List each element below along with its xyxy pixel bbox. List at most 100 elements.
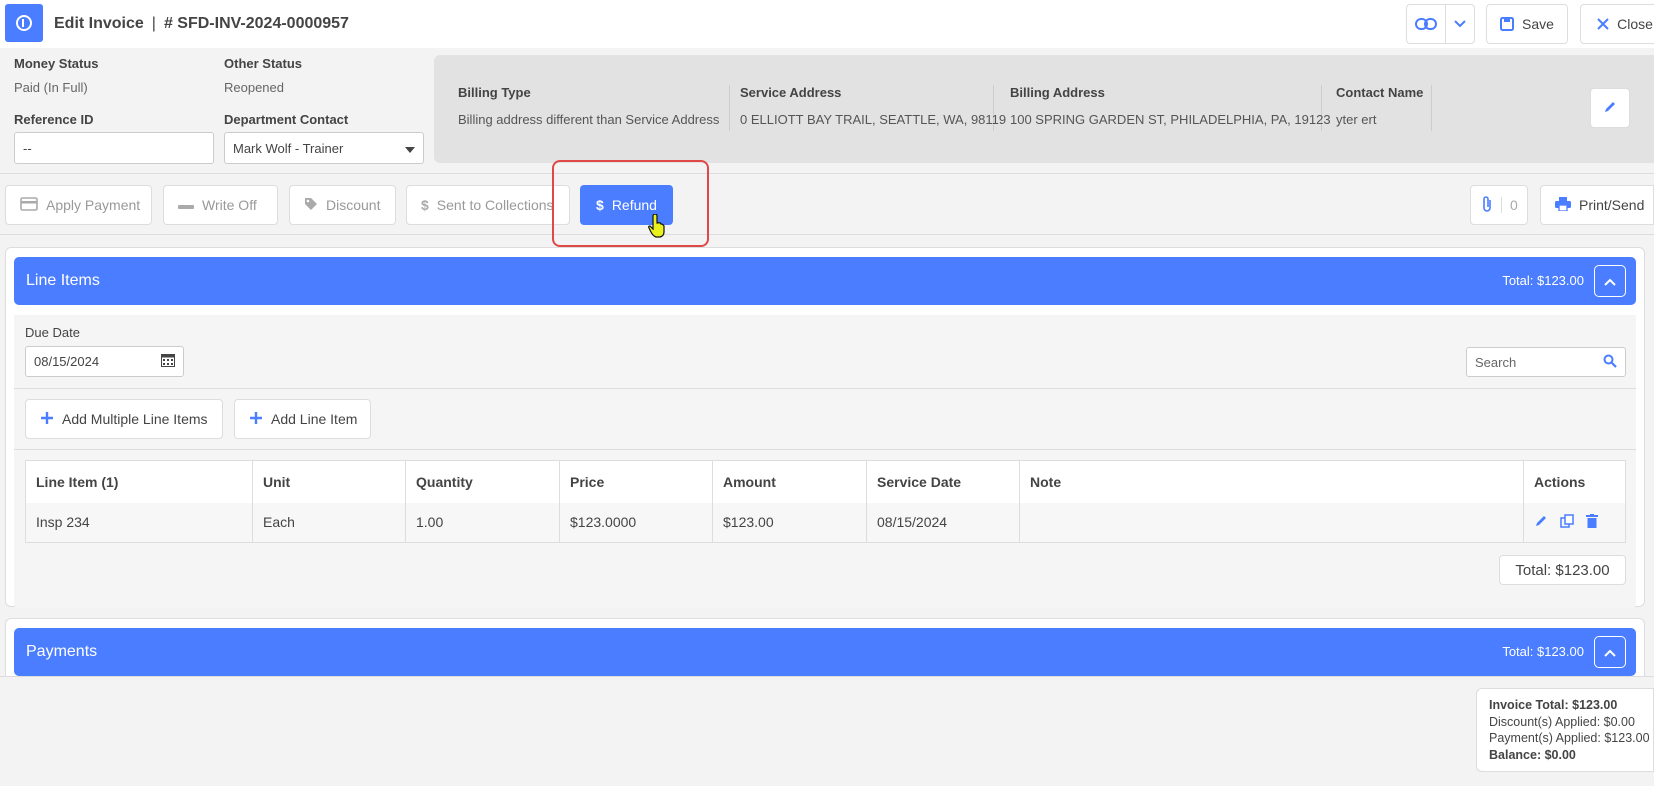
line-items-total: Total: $123.00: [1502, 273, 1584, 288]
pencil-icon[interactable]: [1534, 514, 1548, 531]
column-header[interactable]: Note: [1019, 460, 1524, 503]
hand-cursor-icon: [648, 213, 666, 241]
attachments-button[interactable]: 0: [1470, 185, 1528, 225]
paperclip-icon: [1481, 195, 1493, 216]
apply-payment-label: Apply Payment: [46, 197, 141, 213]
printer-icon: [1555, 196, 1571, 214]
calendar-icon[interactable]: [161, 353, 175, 370]
cell-line-item: Insp 234: [25, 502, 253, 543]
trash-icon[interactable]: [1586, 514, 1598, 531]
column-header[interactable]: Service Date: [866, 460, 1020, 503]
minus-icon: [178, 197, 194, 213]
balance: Balance: $0.00: [1489, 747, 1576, 762]
column-header[interactable]: Line Item (1): [25, 460, 253, 503]
invoice-summary: Invoice Total: $123.00 Discount(s) Appli…: [1476, 688, 1654, 772]
close-icon: [1597, 18, 1609, 30]
dept-contact-label: Department Contact: [224, 112, 349, 127]
due-date-label: Due Date: [25, 325, 80, 340]
write-off-button[interactable]: Write Off: [163, 185, 278, 225]
contact-name: Contact Name yter ert: [1336, 85, 1432, 131]
chevron-up-icon: [1604, 273, 1616, 289]
link-button[interactable]: [1406, 4, 1446, 44]
add-line-item-button[interactable]: Add Line Item: [234, 399, 371, 439]
print-send-button[interactable]: Print/Send: [1540, 185, 1654, 225]
column-header[interactable]: Unit: [252, 460, 406, 503]
tag-icon: [304, 197, 318, 214]
reference-id-label: Reference ID: [14, 112, 94, 127]
dollar-icon: $: [421, 197, 429, 213]
due-date-value: 08/15/2024: [34, 354, 100, 369]
table-row: Insp 234 Each 1.00 $123.0000 $123.00 08/…: [25, 502, 1626, 543]
discounts-applied: Discount(s) Applied: $0.00: [1489, 714, 1635, 729]
pencil-icon: [1603, 100, 1617, 117]
invoice-total: Invoice Total: $123.00: [1489, 698, 1618, 712]
discount-button[interactable]: Discount: [289, 185, 396, 225]
info-icon[interactable]: [5, 4, 43, 42]
save-button[interactable]: Save: [1486, 4, 1568, 44]
apply-payment-button[interactable]: Apply Payment: [5, 185, 152, 225]
line-items-table-total: Total: $123.00: [1499, 555, 1626, 585]
collapse-line-items-button[interactable]: [1594, 265, 1626, 297]
contact-name-value: yter ert: [1336, 112, 1377, 127]
refund-highlight: [552, 160, 709, 247]
add-multiple-label: Add Multiple Line Items: [62, 411, 208, 427]
cell-amount: $123.00: [712, 502, 867, 543]
dept-contact-select[interactable]: Mark Wolf - Trainer: [224, 132, 424, 164]
credit-card-icon: [20, 196, 38, 214]
billing-address-value: 100 SPRING GARDEN ST, PHILADELPHIA, PA, …: [1010, 112, 1331, 127]
payments-total: Total: $123.00: [1502, 644, 1584, 659]
due-date-field[interactable]: 08/15/2024: [25, 346, 184, 377]
plus-icon: [249, 411, 263, 428]
save-icon: [1500, 17, 1515, 31]
add-multiple-line-items-button[interactable]: Add Multiple Line Items: [25, 399, 223, 439]
close-button[interactable]: Close: [1580, 4, 1654, 44]
caret-down-icon: [405, 141, 415, 156]
invoice-number: # SFD-INV-2024-0000957: [163, 15, 349, 32]
chevron-down-icon: [1454, 20, 1466, 28]
link-dropdown-button[interactable]: [1445, 4, 1475, 44]
payments-header: Payments Total: $123.00: [14, 628, 1636, 676]
print-send-label: Print/Send: [1579, 197, 1645, 213]
reference-id-field[interactable]: --: [14, 132, 214, 164]
collapse-payments-button[interactable]: [1594, 636, 1626, 668]
page-title: Edit Invoice | # SFD-INV-2024-0000957: [54, 15, 349, 33]
search-input[interactable]: Search: [1466, 347, 1626, 377]
title-text: Edit Invoice: [54, 15, 144, 32]
billing-address-label: Billing Address: [1010, 85, 1105, 100]
edit-billing-button[interactable]: [1590, 88, 1630, 128]
discount-label: Discount: [326, 197, 381, 213]
top-bar: Edit Invoice | # SFD-INV-2024-0000957 Save…: [0, 0, 1654, 48]
plus-icon: [40, 411, 54, 428]
billing-type-value: Billing address different than Service A…: [458, 112, 720, 127]
money-status-label: Money Status: [14, 56, 99, 71]
close-label: Close: [1617, 16, 1653, 32]
copy-icon[interactable]: [1560, 514, 1574, 531]
table-header-row: Line Item (1) Unit Quantity Price Amount…: [25, 460, 1626, 503]
cell-price: $123.0000: [559, 502, 713, 543]
footer-area: [0, 676, 1654, 786]
divider: [14, 449, 1636, 450]
cell-actions: [1523, 502, 1626, 543]
dept-contact-value: Mark Wolf - Trainer: [233, 140, 344, 156]
line-items-header: Line Items Total: $123.00: [14, 257, 1636, 305]
column-header[interactable]: Quantity: [405, 460, 560, 503]
billing-info-panel: Billing Type Billing address different t…: [434, 55, 1654, 163]
sent-to-collections-label: Sent to Collections: [436, 197, 554, 213]
other-status-label: Other Status: [224, 56, 303, 71]
cell-note: [1019, 502, 1524, 543]
search-placeholder: Search: [1475, 354, 1517, 370]
column-header[interactable]: Amount: [712, 460, 867, 503]
line-items-table: Line Item (1) Unit Quantity Price Amount…: [25, 460, 1626, 543]
attachment-count: 0: [1501, 197, 1518, 213]
column-header[interactable]: Price: [559, 460, 713, 503]
search-icon[interactable]: [1603, 354, 1617, 371]
action-bar: Apply Payment Write Off Discount $ Sent …: [0, 175, 1654, 235]
chevron-up-icon: [1604, 644, 1616, 660]
invoice-header: Money Status Paid (In Full) Other Status…: [0, 48, 1654, 174]
cell-service-date: 08/15/2024: [866, 502, 1020, 543]
service-address-value: 0 ELLIOTT BAY TRAIL, SEATTLE, WA, 98119: [740, 112, 1007, 127]
payments-applied: Payment(s) Applied: $123.00: [1489, 731, 1650, 745]
sent-to-collections-button[interactable]: $ Sent to Collections: [406, 185, 570, 225]
contact-name-label: Contact Name: [1336, 85, 1424, 100]
cell-quantity: 1.00: [405, 502, 560, 543]
